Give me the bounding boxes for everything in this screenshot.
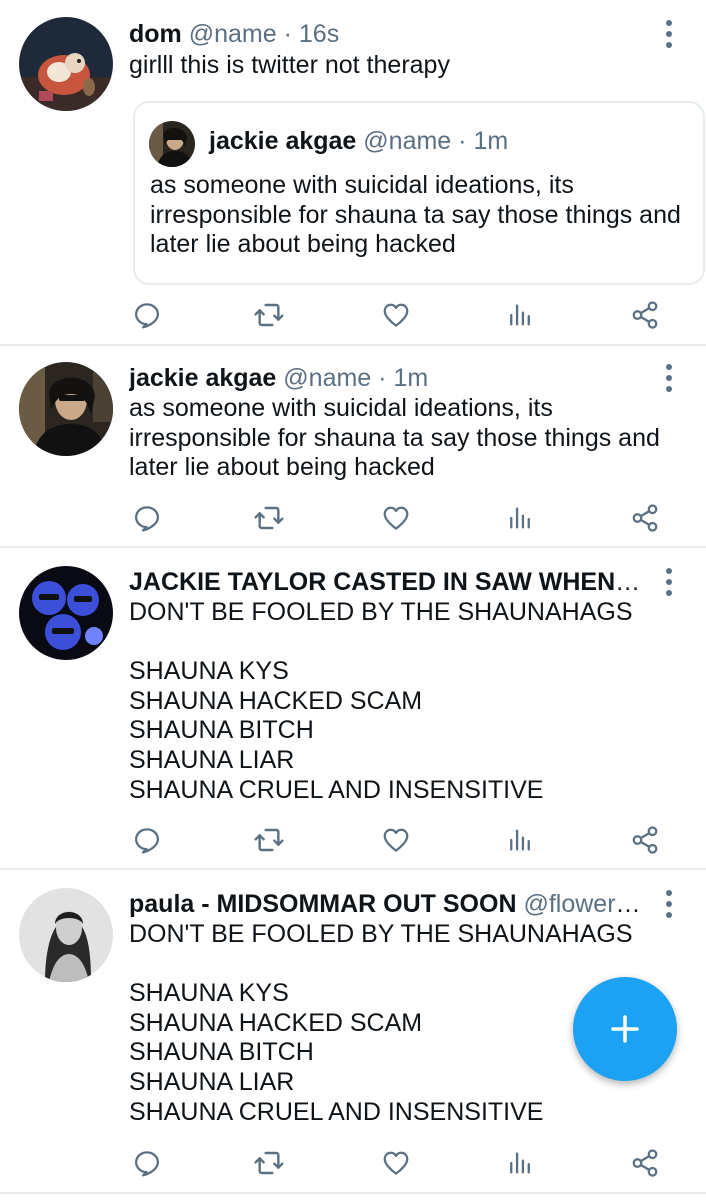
action-bar bbox=[130, 298, 670, 332]
tweet-header: paula - MIDSOMMAR OUT SOON @flowerpi... bbox=[129, 888, 646, 920]
handle[interactable]: @flowerpi... bbox=[523, 890, 646, 918]
analytics-icon[interactable] bbox=[503, 501, 537, 535]
tweet[interactable]: dom @name · 16s girlll this is twitter n… bbox=[0, 0, 706, 346]
timestamp: 1m bbox=[473, 127, 509, 155]
quoted-tweet[interactable]: jackie akgae @name · 1m as someone with … bbox=[133, 101, 705, 285]
avatar[interactable] bbox=[19, 17, 113, 111]
retweet-icon[interactable] bbox=[252, 1146, 286, 1180]
heart-icon[interactable] bbox=[379, 1146, 413, 1180]
handle[interactable]: @name bbox=[283, 364, 371, 392]
analytics-icon[interactable] bbox=[503, 1146, 537, 1180]
tweet[interactable]: JACKIE TAYLOR CASTED IN SAW WHEN @... DO… bbox=[0, 548, 706, 870]
display-name[interactable]: paula - MIDSOMMAR OUT SOON bbox=[129, 890, 517, 918]
action-bar bbox=[130, 823, 670, 857]
tweet-header: JACKIE TAYLOR CASTED IN SAW WHEN @... bbox=[129, 566, 646, 598]
heart-icon[interactable] bbox=[379, 298, 413, 332]
tweet-text: DON'T BE FOOLED BY THE SHAUNAHAGS SHAUNA… bbox=[129, 598, 633, 804]
heart-icon[interactable] bbox=[379, 823, 413, 857]
action-bar bbox=[130, 501, 670, 535]
retweet-icon[interactable] bbox=[252, 823, 286, 857]
tweet-header: jackie akgae @name · 1m bbox=[129, 362, 646, 394]
share-icon[interactable] bbox=[628, 823, 662, 857]
tweet-text: girlll this is twitter not therapy bbox=[129, 51, 450, 79]
tweet[interactable]: jackie akgae @name · 1m as someone with … bbox=[0, 346, 706, 548]
avatar[interactable] bbox=[19, 362, 113, 456]
share-icon[interactable] bbox=[628, 501, 662, 535]
separator-dot: · bbox=[378, 364, 387, 392]
share-icon[interactable] bbox=[628, 1146, 662, 1180]
more-vertical-icon[interactable] bbox=[662, 568, 676, 596]
reply-icon[interactable] bbox=[130, 501, 164, 535]
heart-icon[interactable] bbox=[379, 501, 413, 535]
handle: @name bbox=[363, 127, 452, 155]
quoted-text: as someone with suicidal ideations, its … bbox=[150, 171, 681, 259]
share-icon[interactable] bbox=[628, 298, 662, 332]
timestamp[interactable]: 16s bbox=[299, 20, 339, 48]
analytics-icon[interactable] bbox=[503, 298, 537, 332]
reply-icon[interactable] bbox=[130, 823, 164, 857]
more-vertical-icon[interactable] bbox=[662, 20, 676, 48]
display-name[interactable]: jackie akgae bbox=[129, 364, 276, 392]
retweet-icon[interactable] bbox=[252, 298, 286, 332]
plus-icon bbox=[611, 1015, 639, 1043]
reply-icon[interactable] bbox=[130, 1146, 164, 1180]
display-name: jackie akgae bbox=[209, 127, 357, 155]
more-vertical-icon[interactable] bbox=[662, 890, 676, 918]
quoted-header: jackie akgae @name · 1m bbox=[209, 125, 508, 157]
tweet-text: as someone with suicidal ideations, its … bbox=[129, 394, 660, 482]
handle[interactable]: @name bbox=[189, 20, 277, 48]
separator-dot: · bbox=[283, 20, 292, 48]
display-name[interactable]: dom bbox=[129, 20, 182, 48]
tweet-header: dom @name · 16s bbox=[129, 18, 646, 50]
compose-button[interactable] bbox=[573, 977, 677, 1081]
analytics-icon[interactable] bbox=[503, 823, 537, 857]
display-name[interactable]: JACKIE TAYLOR CASTED IN SAW WHEN bbox=[129, 568, 640, 596]
retweet-icon[interactable] bbox=[252, 501, 286, 535]
separator-dot: · bbox=[458, 127, 467, 155]
timestamp[interactable]: 1m bbox=[393, 364, 428, 392]
more-vertical-icon[interactable] bbox=[662, 364, 676, 392]
avatar[interactable] bbox=[19, 888, 113, 982]
action-bar bbox=[130, 1146, 670, 1180]
reply-icon[interactable] bbox=[130, 298, 164, 332]
avatar bbox=[149, 121, 195, 167]
avatar[interactable] bbox=[19, 566, 113, 660]
